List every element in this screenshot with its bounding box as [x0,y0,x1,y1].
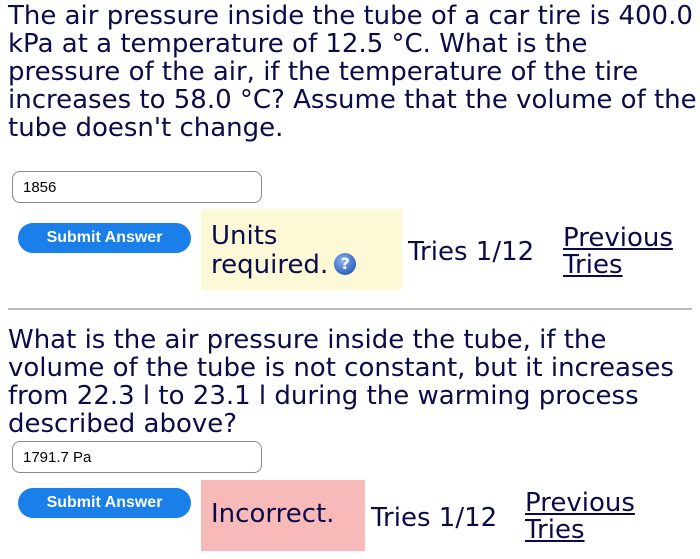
tries-2-counter: Tries 1/12 [371,503,498,533]
previous-tries-2-line2: Tries [525,515,585,545]
previous-tries-1-line2: Tries [563,250,623,280]
answer-2-input[interactable] [12,441,262,473]
feedback-incorrect: Incorrect. [201,480,365,551]
help-icon[interactable]: ? [334,252,357,275]
previous-tries-1-link[interactable]: Previous Tries [563,225,673,279]
feedback-1-text: Units required. [211,221,329,280]
previous-tries-2-link[interactable]: Previous Tries [525,490,635,544]
question-1-text: The air pressure inside the tube of a ca… [8,1,697,143]
feedback-units-required: Units required.? [201,209,402,290]
previous-tries-1-line1: Previous [563,223,673,253]
submit-answer-1-button[interactable]: Submit Answer [18,223,191,253]
previous-tries-2-line1: Previous [525,488,635,518]
question-2-text: What is the air pressure inside the tube… [8,325,674,439]
answer-1-input[interactable] [12,171,262,203]
section-divider [8,308,692,310]
feedback-2-text: Incorrect. [211,499,335,529]
submit-answer-2-button[interactable]: Submit Answer [18,488,191,518]
tries-1-counter: Tries 1/12 [408,237,535,267]
